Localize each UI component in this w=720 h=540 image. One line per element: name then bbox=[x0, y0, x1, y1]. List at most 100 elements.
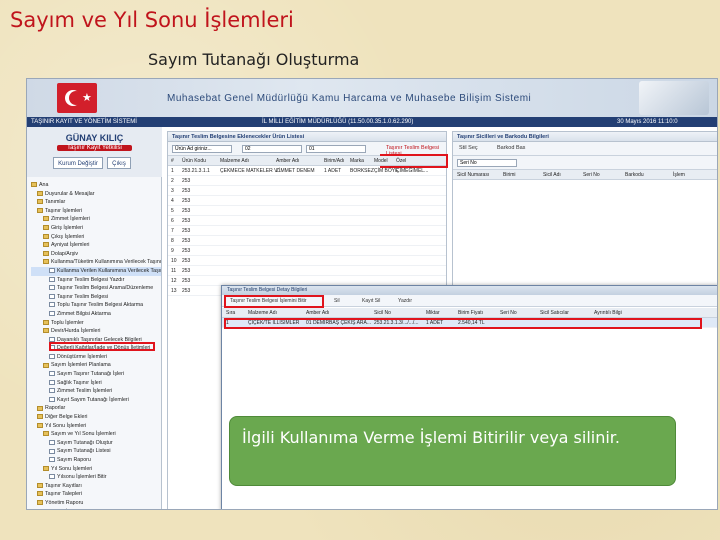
table-row[interactable]: 3 253 bbox=[168, 186, 446, 196]
tree-item[interactable]: Taşınır Kayıtları bbox=[31, 482, 161, 491]
hint-text: İlgili Kullanıma Verme İşlemi Bitirilir … bbox=[242, 428, 620, 447]
table-cell: 8 bbox=[171, 238, 174, 244]
tree-item[interactable]: Ana bbox=[31, 181, 161, 190]
tree-item[interactable]: Sayım İşlemleri Planlama bbox=[31, 361, 161, 370]
table-row[interactable]: 8 253 bbox=[168, 236, 446, 246]
tree-item[interactable]: Sayım Taşınır Tutanağı İşleri bbox=[31, 370, 161, 379]
tree-item[interactable]: Taşınır Talepleri bbox=[31, 490, 161, 499]
tree-item[interactable]: Giriş İşlemleri bbox=[31, 224, 161, 233]
tree-item-label: Duyurular & Mesajlar bbox=[45, 190, 95, 197]
sidebar: GÜNAY KILIÇ Taşınır Kayıt Yetkilisi Kuru… bbox=[27, 127, 162, 510]
folder-icon bbox=[37, 414, 43, 420]
folder-icon bbox=[37, 491, 43, 497]
tree-item-label: Sayım Raporu bbox=[57, 457, 91, 463]
table-row[interactable]: 10 253 bbox=[168, 256, 446, 266]
column-header: Marka bbox=[350, 158, 364, 164]
delete-button[interactable]: Sil bbox=[334, 298, 340, 304]
tree-item[interactable]: Yılsonu İşlemleri Bitir bbox=[31, 473, 161, 482]
highlight-box bbox=[224, 295, 324, 308]
table-row[interactable]: 6 253 bbox=[168, 216, 446, 226]
tree-item[interactable]: Sayım ve Yıl Sonu İşlemleri bbox=[31, 430, 161, 439]
table-row[interactable]: 7 253 bbox=[168, 226, 446, 236]
change-institution-button[interactable]: Kurum Değiştir bbox=[53, 157, 103, 169]
table-cell: 253 bbox=[182, 238, 191, 244]
tree-item-label: Kullanma/Tüketim Kullanımına Verilecek T… bbox=[51, 259, 161, 266]
tree-item-label: Tanımlar bbox=[45, 199, 66, 206]
table-cell: 7 bbox=[171, 228, 174, 234]
tree-item[interactable]: Kayıt Sayım Tutanağı İşlemleri bbox=[31, 396, 161, 405]
tree-item[interactable]: Çıkış İşlemleri bbox=[31, 233, 161, 242]
tree-item[interactable]: Ayniyat İşlemleri bbox=[31, 241, 161, 250]
tree-item[interactable]: Kullanma Verilen Kullanımına Verilecek T… bbox=[31, 266, 161, 276]
tree-item[interactable]: Tanımlar bbox=[31, 198, 161, 207]
institution-name: İL MİLLİ EĞİTİM MÜDÜRLÜĞÜ (11.50.00.35.1… bbox=[262, 119, 414, 125]
logout-button[interactable]: Çıkış bbox=[107, 157, 131, 169]
tree-item[interactable]: Diğer Belge Ekleri bbox=[31, 413, 161, 422]
table-row[interactable]: 4 253 bbox=[168, 196, 446, 206]
serial-search-input[interactable]: Seri No bbox=[457, 159, 517, 167]
tree-item[interactable]: Toplu İşlemler bbox=[31, 319, 161, 328]
tree-item-label: Giriş İşlemleri bbox=[51, 224, 84, 231]
tree-item[interactable]: Sayım Tutanağı Listesi bbox=[31, 447, 161, 456]
tree-item[interactable]: Zimmet Bilgisi Aktarma bbox=[31, 310, 161, 319]
document-icon bbox=[49, 439, 55, 445]
tree-item[interactable]: Zimmet Teslim İşlemleri bbox=[31, 387, 161, 396]
tree-item[interactable]: Kullanma/Tüketim Kullanımına Verilecek T… bbox=[31, 258, 161, 267]
column-header: Sicil Satıcılar bbox=[540, 310, 569, 316]
tree-item-label: Sayım Tutanağı Listesi bbox=[57, 448, 111, 455]
folder-icon bbox=[43, 431, 49, 437]
tree-item-label: Yıl Sonu İşlemleri bbox=[51, 465, 93, 472]
table-cell: 253 bbox=[182, 218, 191, 224]
module-name: TAŞINIR KAYIT VE YÖNETİM SİSTEMİ bbox=[31, 119, 137, 125]
tree-item[interactable]: Devir/Hurda İşlemleri bbox=[31, 327, 161, 336]
user-role: Taşınır Kayıt Yetkilisi bbox=[57, 145, 132, 151]
table-cell: 253 bbox=[182, 288, 191, 294]
table-cell: 3 bbox=[171, 188, 174, 194]
barcode-print-button[interactable]: Barkod Bas bbox=[497, 145, 525, 151]
document-icon bbox=[49, 388, 55, 394]
tree-item[interactable]: Yönetim İşlemleri bbox=[31, 508, 161, 510]
table-row[interactable]: 11 253 bbox=[168, 266, 446, 276]
table-row[interactable]: 1 253.21.3.1.1 ÇEKMECE MATKELER V... ZİMMET… bbox=[168, 166, 446, 176]
column-header: Özel bbox=[396, 158, 407, 164]
table-row[interactable]: 9 253 bbox=[168, 246, 446, 256]
column-header: Model bbox=[374, 158, 388, 164]
dialog-grid: Sıra Malzeme Adı Amber Adı Sicil No Miktar Bi… bbox=[222, 308, 717, 329]
table-cell: 253 bbox=[182, 278, 191, 284]
tree-item[interactable]: Sayım Raporu bbox=[31, 456, 161, 465]
table-cell: 253 bbox=[182, 198, 191, 204]
tree-item[interactable]: Yönetim Raporu bbox=[31, 499, 161, 508]
tree-item[interactable]: Sağlık Taşınır İşleri bbox=[31, 379, 161, 388]
tree-item[interactable]: Zimmet İşlemleri bbox=[31, 215, 161, 224]
tree-item[interactable]: Taşınır Teslim Belgesi bbox=[31, 293, 161, 302]
print-button[interactable]: Yazdır bbox=[398, 298, 412, 304]
table-row[interactable]: 5 253 bbox=[168, 206, 446, 216]
tree-item[interactable]: Sayım Tutanağı Oluştur bbox=[31, 439, 161, 448]
tree-item[interactable]: Dönüştürme İşlemleri bbox=[31, 353, 161, 362]
filter-input-2[interactable]: 01 bbox=[306, 145, 366, 153]
table-cell: 9 bbox=[171, 248, 174, 254]
app-header-title: Muhasebat Genel Müdürlüğü Kamu Harcama v… bbox=[167, 93, 532, 104]
style-select-button[interactable]: Stil Seç bbox=[459, 145, 478, 151]
table-cell: 4 bbox=[171, 198, 174, 204]
tree-item[interactable]: Taşınır Teslim Belgesi Arama/Düzenleme bbox=[31, 284, 161, 293]
table-cell: ÇEKMECE MATKELER V... bbox=[220, 168, 282, 174]
table-cell: ÇİMEĞİMEL... bbox=[396, 168, 429, 174]
dialog-title: Taşınır Teslim Belgesi Detay Bilgileri bbox=[222, 286, 717, 295]
document-icon bbox=[49, 276, 55, 282]
table-cell: 6 bbox=[171, 218, 174, 224]
table-row[interactable]: 2 253 bbox=[168, 176, 446, 186]
tree-item[interactable]: Toplu Taşınır Teslim Belgesi Aktarma bbox=[31, 301, 161, 310]
tree-item[interactable]: Taşınır İşlemleri bbox=[31, 207, 161, 216]
remove-record-button[interactable]: Kayıt Sil bbox=[362, 298, 380, 304]
column-header: Seri No bbox=[500, 310, 517, 316]
tree-item[interactable]: Taşınır Teslim Belgesi Yazdır bbox=[31, 276, 161, 285]
tree-item[interactable]: Duyurular & Mesajlar bbox=[31, 190, 161, 199]
tree-item[interactable]: Raporlar bbox=[31, 404, 161, 413]
filter-input-1[interactable]: 02 bbox=[242, 145, 302, 153]
folder-icon bbox=[37, 199, 43, 205]
tree-item[interactable]: Yıl Sonu İşlemleri bbox=[31, 422, 161, 431]
product-search-input[interactable]: Ürün Ad giriniz... bbox=[172, 145, 232, 153]
tree-item[interactable]: Yıl Sonu İşlemleri bbox=[31, 465, 161, 474]
tree-item[interactable]: Dolap/Arşiv bbox=[31, 250, 161, 259]
